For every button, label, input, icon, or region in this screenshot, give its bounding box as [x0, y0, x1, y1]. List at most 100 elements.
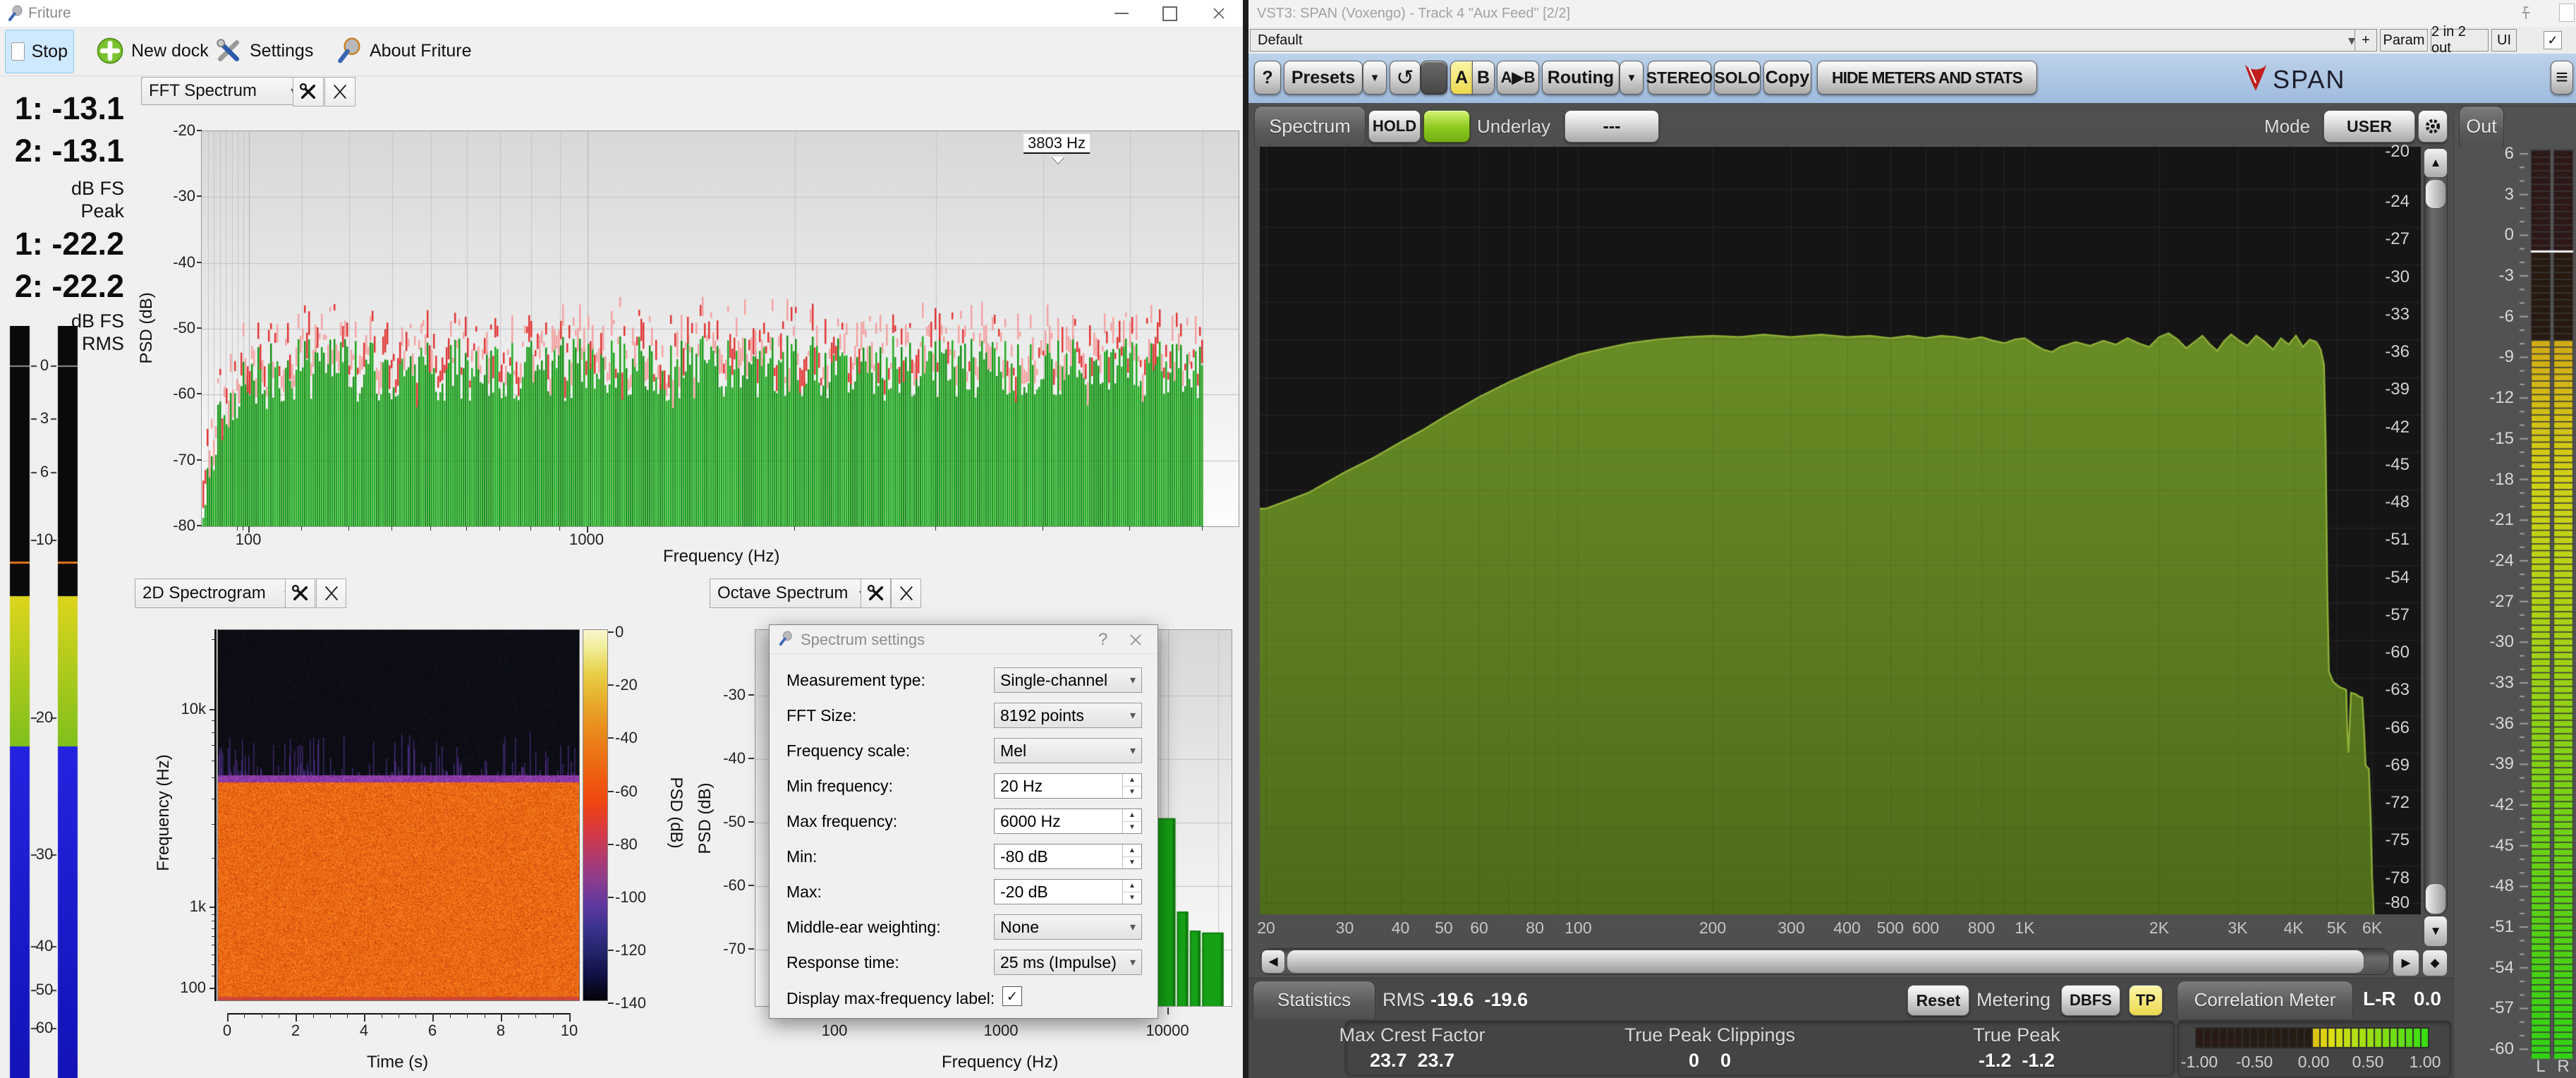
- tab-correlation-meter[interactable]: Correlation Meter: [2177, 981, 2353, 1019]
- span-titlebar[interactable]: VST3: SPAN (Voxengo) - Track 4 "Aux Feed…: [1248, 0, 2576, 27]
- dialog-select-1[interactable]: 8192 points▾: [994, 703, 1142, 728]
- dialog-select-8[interactable]: 25 ms (Impulse)▾: [994, 950, 1142, 975]
- hide-meters-button[interactable]: HIDE METERS AND STATS: [1817, 61, 2037, 95]
- fft-close-button[interactable]: [324, 77, 356, 107]
- presets-button[interactable]: Presets: [1284, 61, 1363, 95]
- screen: Friture Stop New dock Settings About Fri…: [0, 0, 2576, 1078]
- dialog-spinbox-3[interactable]: 20 Hz▲▼: [994, 773, 1142, 799]
- pin-icon[interactable]: [2518, 6, 2534, 21]
- spin-buttons[interactable]: ▲▼: [1122, 809, 1141, 833]
- tp-button[interactable]: TP: [2129, 985, 2163, 1016]
- db-scroll-up-button[interactable]: ▲: [2424, 148, 2448, 178]
- tools-icon: [214, 37, 243, 65]
- span-title: VST3: SPAN (Voxengo) - Track 4 "Aux Feed…: [1257, 6, 1570, 22]
- io-button[interactable]: 2 in 2 out: [2431, 29, 2489, 52]
- mode-value-button[interactable]: USER: [2323, 110, 2415, 143]
- span-freq-tick-label: 1K: [2000, 919, 2049, 938]
- copy-button[interactable]: Copy: [1763, 61, 1811, 95]
- dialog-select-0[interactable]: Single-channel▾: [994, 667, 1142, 693]
- titlebar-extra-button[interactable]: [2559, 4, 2575, 22]
- routing-button[interactable]: Routing: [1542, 61, 1620, 95]
- undo-icon: ↺: [1396, 66, 1414, 90]
- routing-dropdown-button[interactable]: ▼: [1620, 61, 1644, 95]
- freeze-toggle-button[interactable]: [1423, 110, 1470, 143]
- underlay-value-button[interactable]: ---: [1565, 110, 1659, 143]
- colorbar-tick-label: -80: [615, 835, 638, 854]
- spectrogram-close-button[interactable]: [316, 579, 346, 608]
- dialog-titlebar[interactable]: Spectrum settings ?: [770, 625, 1158, 654]
- close-button[interactable]: [1196, 0, 1241, 27]
- spin-up-icon[interactable]: ▲: [1123, 809, 1141, 822]
- dbfs-button[interactable]: DBFS: [2061, 985, 2120, 1016]
- spin-down-icon[interactable]: ▼: [1123, 822, 1141, 834]
- octave-selector[interactable]: Octave Spectrum▾: [710, 579, 873, 608]
- octave-settings-button[interactable]: [861, 579, 891, 608]
- spectrogram-selector[interactable]: 2D Spectrogram▾: [135, 579, 298, 608]
- help-button[interactable]: ?: [1254, 61, 1281, 95]
- spin-down-icon[interactable]: ▼: [1123, 892, 1141, 904]
- stop-button[interactable]: Stop: [5, 30, 74, 73]
- spin-down-icon[interactable]: ▼: [1123, 857, 1141, 869]
- hold-button[interactable]: HOLD: [1368, 110, 1421, 143]
- stereo-button[interactable]: STEREO: [1648, 61, 1711, 95]
- fft-ytick-label: -70: [157, 451, 195, 469]
- bypass-checkbox[interactable]: ✓: [2544, 31, 2562, 49]
- ui-button[interactable]: UI: [2491, 29, 2517, 52]
- maximize-button[interactable]: [1147, 0, 1192, 27]
- db-scroll-thumb-top[interactable]: [2425, 179, 2446, 209]
- scroll-left-icon: ◀: [1268, 955, 1277, 969]
- dialog-select-2[interactable]: Mel▾: [994, 738, 1142, 763]
- chevron-down-icon: ▾: [1130, 708, 1136, 722]
- a-to-b-button[interactable]: A▶B: [1497, 61, 1539, 95]
- freq-scroll-thumb[interactable]: [1287, 950, 2364, 974]
- spectrum-settings-button[interactable]: [2418, 110, 2448, 143]
- settings-button[interactable]: Settings: [209, 30, 319, 72]
- db-scroll-down-button[interactable]: ▼: [2424, 916, 2448, 947]
- dialog-spinbox-6[interactable]: -20 dB▲▼: [994, 879, 1142, 904]
- param-button[interactable]: Param: [2380, 29, 2428, 52]
- minimize-button[interactable]: [1099, 0, 1144, 27]
- reset-button[interactable]: Reset: [1907, 985, 1969, 1016]
- tab-statistics[interactable]: Statistics: [1253, 981, 1375, 1019]
- preset-add-button[interactable]: +: [2355, 29, 2377, 52]
- display-max-frequency-checkbox[interactable]: ✓: [1002, 986, 1022, 1006]
- solo-button[interactable]: SOLO: [1714, 61, 1761, 95]
- spin-up-icon[interactable]: ▲: [1123, 774, 1141, 787]
- freq-scroll-right-button[interactable]: ▶: [2393, 950, 2419, 976]
- spin-buttons[interactable]: ▲▼: [1122, 844, 1141, 868]
- spin-buttons[interactable]: ▲▼: [1122, 880, 1141, 904]
- about-button[interactable]: About Friture: [330, 30, 478, 72]
- dialog-spinbox-5[interactable]: -80 dB▲▼: [994, 844, 1142, 869]
- spin-up-icon[interactable]: ▲: [1123, 844, 1141, 857]
- freq-scroll-left-button[interactable]: ◀: [1261, 950, 1285, 974]
- new-dock-button[interactable]: New dock: [90, 30, 214, 72]
- spin-up-icon[interactable]: ▲: [1123, 880, 1141, 892]
- db-scrollbar[interactable]: [2424, 147, 2448, 916]
- ab-a-button[interactable]: A: [1450, 61, 1473, 95]
- tab-out[interactable]: Out: [2459, 106, 2504, 147]
- dialog-close-button[interactable]: [1128, 632, 1143, 648]
- dialog-spinbox-4[interactable]: 6000 Hz▲▼: [994, 808, 1142, 834]
- spin-buttons[interactable]: ▲▼: [1122, 774, 1141, 798]
- tab-spectrum[interactable]: Spectrum: [1254, 106, 1366, 147]
- spin-down-icon[interactable]: ▼: [1123, 787, 1141, 799]
- ab-b-button[interactable]: B: [1472, 61, 1495, 95]
- db-scroll-thumb-bottom[interactable]: [2425, 883, 2446, 914]
- menu-button[interactable]: ≡: [2551, 61, 2573, 95]
- dialog-select-7[interactable]: None▾: [994, 914, 1142, 940]
- redo-button[interactable]: [1421, 61, 1447, 95]
- fft-minor-tick: [348, 526, 349, 531]
- preset-selector[interactable]: Default▾: [1250, 29, 2363, 52]
- dialog-help-button[interactable]: ?: [1098, 630, 1107, 650]
- undo-button[interactable]: ↺: [1390, 61, 1421, 95]
- octave-close-button[interactable]: [891, 579, 921, 608]
- meter-scale-label: 20: [31, 708, 58, 727]
- mic-icon: [336, 37, 363, 64]
- presets-dropdown-button[interactable]: ▼: [1363, 61, 1387, 95]
- fft-selector[interactable]: FFT Spectrum▾: [141, 77, 305, 105]
- fft-settings-button[interactable]: [293, 77, 324, 107]
- spectrogram-settings-button[interactable]: [285, 579, 315, 608]
- zoom-diamond-button[interactable]: ◆: [2422, 950, 2448, 976]
- peak-unit: dB FS: [4, 178, 124, 200]
- friture-titlebar[interactable]: Friture: [0, 0, 1243, 28]
